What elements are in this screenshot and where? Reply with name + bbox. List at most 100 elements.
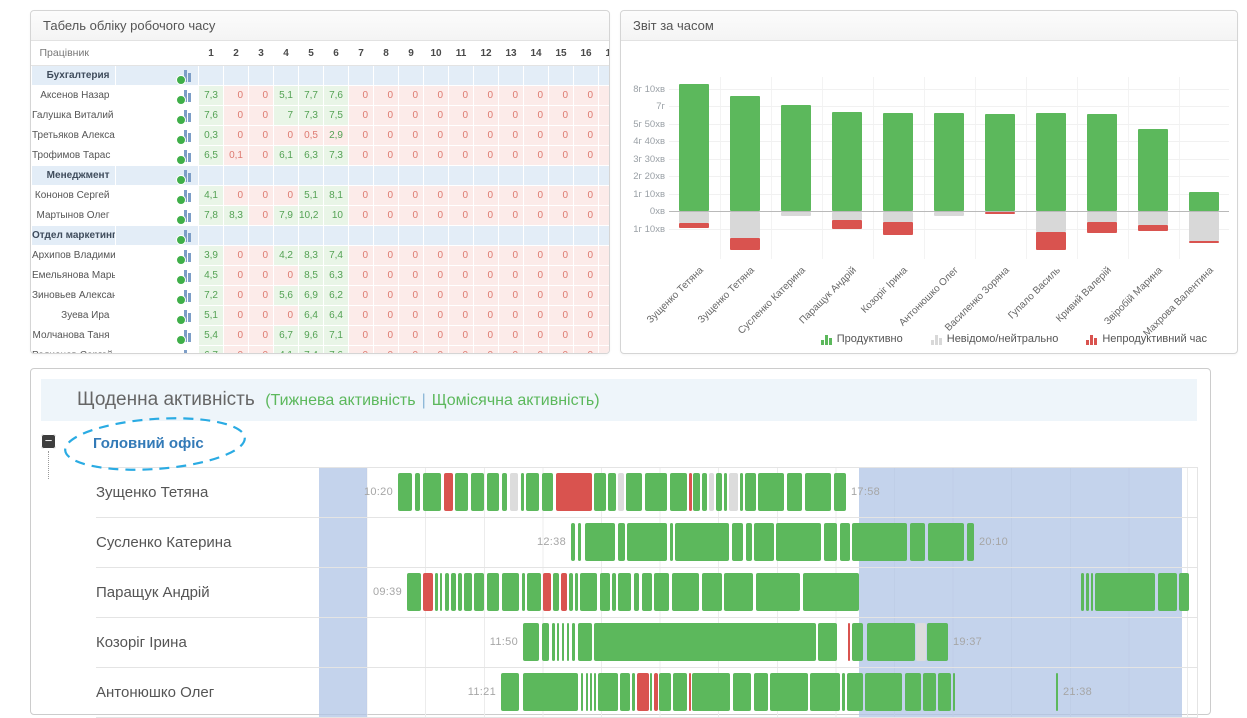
timeline-end-time: 21:38 bbox=[1063, 686, 1092, 698]
day-value-cell: 0 bbox=[224, 306, 249, 326]
employee-name: Галушка Виталий bbox=[32, 106, 116, 126]
office-group-label[interactable]: Головний офіс bbox=[93, 435, 204, 452]
stats-icon[interactable] bbox=[178, 249, 193, 263]
day-value-cell: 8,3 bbox=[224, 206, 249, 226]
productive-bar bbox=[679, 84, 709, 212]
day-value-cell: 0 bbox=[549, 246, 574, 266]
productive-bar bbox=[934, 113, 964, 212]
stats-icon[interactable] bbox=[178, 129, 193, 143]
stats-icon[interactable] bbox=[178, 169, 193, 183]
day-value-cell: 0 bbox=[349, 86, 374, 106]
activity-employee-name: Сусленко Катерина bbox=[96, 518, 231, 567]
day-value-cell bbox=[399, 66, 424, 86]
day-value-cell bbox=[274, 226, 299, 246]
activity-timeline: 11:2121:38 bbox=[317, 668, 1197, 717]
day-value-cell: 0 bbox=[224, 266, 249, 286]
employee-name: Родионов Сергей bbox=[32, 346, 116, 355]
day-value-cell bbox=[499, 66, 524, 86]
stats-icon[interactable] bbox=[178, 329, 193, 343]
legend-item[interactable]: Продуктивно bbox=[821, 333, 903, 345]
weekly-activity-link[interactable]: Тижнева активність bbox=[271, 392, 416, 409]
day-value-cell: 0 bbox=[249, 86, 274, 106]
day-value-cell bbox=[474, 226, 499, 246]
activity-segment-productive bbox=[523, 673, 578, 711]
stats-icon[interactable] bbox=[178, 349, 193, 355]
activity-segment-productive bbox=[567, 623, 569, 661]
activity-segment-productive bbox=[521, 473, 524, 511]
day-value-cell: 0 bbox=[549, 266, 574, 286]
day-column-header: 11 bbox=[449, 41, 474, 66]
activity-segment-productive bbox=[787, 473, 802, 511]
timesheet-group-row: Бухгалтерия bbox=[32, 66, 611, 86]
day-value-cell: 0 bbox=[399, 186, 424, 206]
day-column-header: 9 bbox=[399, 41, 424, 66]
day-value-cell: 0 bbox=[474, 306, 499, 326]
neutral-bar bbox=[1138, 212, 1168, 225]
timesheet-employee-row: Третьяков Александр0,30000,52,9000000000… bbox=[32, 126, 611, 146]
activity-segment-productive bbox=[834, 473, 846, 511]
stats-icon[interactable] bbox=[178, 109, 193, 123]
neutral-bar bbox=[1087, 212, 1117, 222]
activity-segment-productive bbox=[675, 523, 729, 561]
collapse-toggle-icon[interactable]: − bbox=[41, 434, 56, 449]
day-value-cell: 0 bbox=[349, 266, 374, 286]
day-value-cell: 0 bbox=[374, 306, 399, 326]
stats-icon[interactable] bbox=[178, 149, 193, 163]
timeline-start-time: 12:38 bbox=[537, 536, 566, 548]
day-value-cell bbox=[374, 226, 399, 246]
stats-icon[interactable] bbox=[178, 229, 193, 243]
activity-segment-productive bbox=[594, 623, 816, 661]
stats-icon[interactable] bbox=[178, 269, 193, 283]
day-value-cell bbox=[274, 166, 299, 186]
activity-segment-productive bbox=[451, 573, 456, 611]
day-value-cell: 5,1 bbox=[274, 86, 299, 106]
day-value-cell: 0 bbox=[399, 206, 424, 226]
stats-icon[interactable] bbox=[178, 209, 193, 223]
activity-row: Зущенко Тетяна10:2017:58 bbox=[96, 468, 1197, 518]
day-value-cell: 0 bbox=[599, 246, 611, 266]
day-value-cell: 0 bbox=[424, 326, 449, 346]
stats-icon[interactable] bbox=[178, 89, 193, 103]
day-value-cell: 0 bbox=[549, 206, 574, 226]
chart-category-label: Гупало Василь bbox=[1006, 265, 1062, 321]
legend-item[interactable]: Невідомо/нейтрально bbox=[931, 333, 1059, 345]
stats-icon-cell bbox=[115, 286, 199, 306]
day-value-cell: 0 bbox=[424, 346, 449, 355]
stats-icon[interactable] bbox=[178, 69, 193, 83]
day-value-cell: 0 bbox=[424, 126, 449, 146]
day-value-cell: 0 bbox=[449, 246, 474, 266]
day-value-cell: 0 bbox=[349, 326, 374, 346]
day-value-cell: 0 bbox=[599, 146, 611, 166]
non-working-hours-band bbox=[319, 468, 367, 517]
day-value-cell: 7,4 bbox=[324, 246, 349, 266]
day-value-cell bbox=[199, 166, 224, 186]
y-axis-tick-label: 7г bbox=[621, 101, 665, 112]
day-value-cell: 0 bbox=[599, 346, 611, 355]
day-value-cell bbox=[224, 66, 249, 86]
stats-icon[interactable] bbox=[178, 189, 193, 203]
y-axis-tick-label: 1г 10хв bbox=[621, 189, 665, 200]
day-value-cell: 5,6 bbox=[274, 286, 299, 306]
day-value-cell: 6,9 bbox=[299, 286, 324, 306]
activity-employee-name: Антонюшко Олег bbox=[96, 668, 214, 717]
monthly-activity-link[interactable]: Щомісячна активність bbox=[432, 392, 595, 409]
legend-item[interactable]: Непродуктивний час bbox=[1086, 333, 1207, 345]
productive-bar bbox=[1189, 192, 1219, 211]
day-value-cell: 0 bbox=[224, 86, 249, 106]
day-value-cell bbox=[324, 66, 349, 86]
day-value-cell bbox=[199, 66, 224, 86]
day-value-cell: 0 bbox=[574, 306, 599, 326]
activity-segment-unproductive bbox=[556, 473, 592, 511]
day-column-header: 13 bbox=[499, 41, 524, 66]
day-value-cell bbox=[499, 226, 524, 246]
chart-vertical-gridline bbox=[873, 77, 874, 259]
timesheet-employee-row: Трофимов Тарас6,50,106,16,37,30000000000… bbox=[32, 146, 611, 166]
day-column-header: 10 bbox=[424, 41, 449, 66]
activity-segment-productive bbox=[654, 573, 669, 611]
day-value-cell: 0 bbox=[349, 306, 374, 326]
stats-icon[interactable] bbox=[178, 309, 193, 323]
day-value-cell bbox=[224, 226, 249, 246]
stats-icon[interactable] bbox=[178, 289, 193, 303]
activity-segment-productive bbox=[810, 673, 840, 711]
activity-segment-productive bbox=[1091, 573, 1093, 611]
